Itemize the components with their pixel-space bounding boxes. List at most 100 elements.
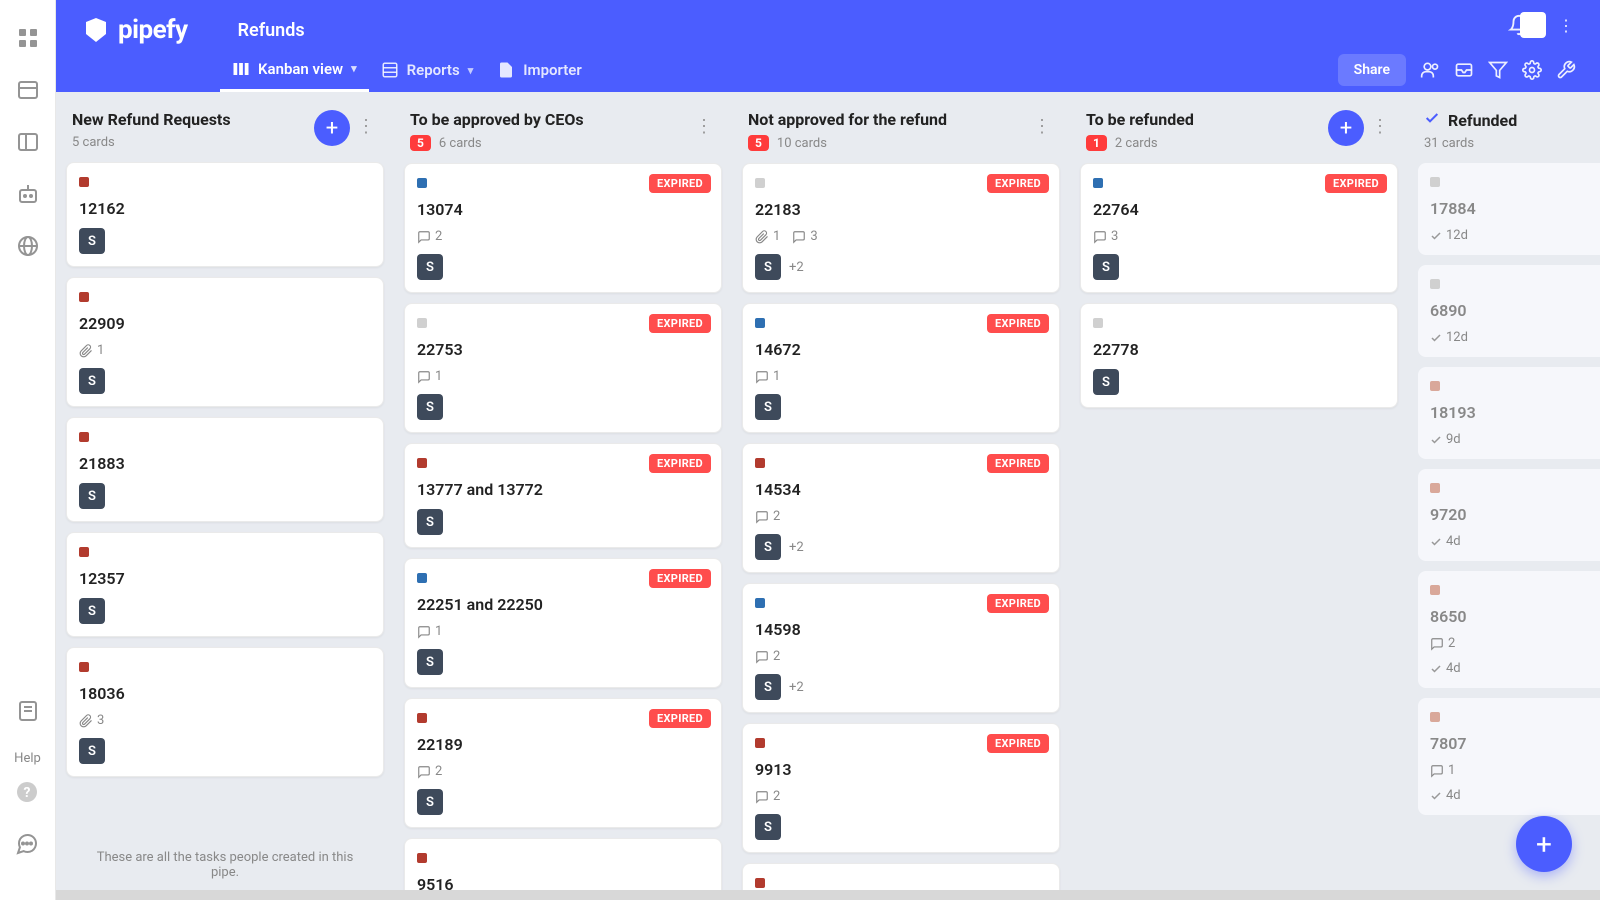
logo[interactable]: pipefy (80, 14, 188, 46)
tab-reports[interactable]: Reports▾ (369, 48, 486, 92)
globe-icon[interactable] (16, 234, 40, 258)
kanban-card[interactable]: 17884 12d (1418, 163, 1600, 255)
help-icon[interactable]: ? (15, 780, 39, 804)
column-count: 5 cards (72, 135, 308, 150)
comment-count: 2 (417, 229, 442, 244)
column-menu-icon[interactable]: ⋮ (354, 116, 378, 137)
kanban-card[interactable]: EXPIRED13074 2S (404, 163, 722, 293)
board-icon[interactable] (16, 130, 40, 154)
column-count: 510 cards (748, 135, 1026, 151)
kanban-card[interactable]: 9516 (404, 838, 722, 900)
kanban-card[interactable]: EXPIRED22764 3S (1080, 163, 1398, 293)
card-label-dot (755, 878, 765, 888)
comment-count: 3 (1093, 229, 1118, 244)
kanban-card[interactable]: 22778S (1080, 303, 1398, 408)
list-icon[interactable] (16, 78, 40, 102)
kanban-card[interactable]: EXPIRED13777 and 13772S (404, 443, 722, 548)
assignee-avatar: S (417, 789, 443, 815)
assignee-avatar: S (755, 254, 781, 280)
kanban-card[interactable]: EXPIRED22753 1S (404, 303, 722, 433)
comment-count: 2 (1430, 636, 1455, 651)
card-title: 22189 (417, 735, 709, 754)
kanban-card[interactable]: EXPIRED14598 2S+2 (742, 583, 1060, 713)
kanban-card[interactable]: EXPIRED14534 2S+2 (742, 443, 1060, 573)
kanban-card[interactable]: 22909 1S (66, 277, 384, 407)
card-title: 12357 (79, 569, 371, 588)
card-label-dot (755, 458, 765, 468)
column-badge: 5 (410, 135, 431, 151)
kanban-card[interactable]: 12162S (66, 162, 384, 267)
assignee-avatar: S (417, 649, 443, 675)
column-title: Not approved for the refund (748, 110, 1026, 129)
members-icon[interactable] (1420, 60, 1440, 80)
apps-icon[interactable] (16, 26, 40, 50)
robot-icon[interactable] (16, 182, 40, 206)
tab-kanban[interactable]: Kanban view▾ (220, 48, 369, 92)
card-age: 9d (1430, 432, 1461, 447)
kanban-card[interactable]: 18036 3S (66, 647, 384, 777)
user-avatar[interactable]: ☺ (1520, 12, 1546, 38)
kanban-column: New Refund Requests5 cards+⋮12162S22909 … (56, 92, 394, 900)
kanban-card[interactable]: 8650 2 4d (1418, 571, 1600, 688)
comment-count: 2 (755, 509, 780, 524)
expired-badge: EXPIRED (649, 569, 711, 588)
kanban-card[interactable] (742, 863, 1060, 900)
column-menu-icon[interactable]: ⋮ (1030, 116, 1054, 137)
card-title: 22251 and 22250 (417, 595, 709, 614)
filter-icon[interactable] (1488, 60, 1508, 80)
kanban-card[interactable]: 6890 12d (1418, 265, 1600, 357)
column-menu-icon[interactable]: ⋮ (1368, 116, 1392, 137)
check-icon (1424, 110, 1440, 130)
fab-add-button[interactable]: + (1516, 816, 1572, 872)
card-label-dot (1430, 585, 1440, 595)
help-label: Help (14, 751, 41, 766)
wrench-icon[interactable] (1556, 60, 1576, 80)
comment-count: 1 (417, 624, 442, 639)
inbox-icon[interactable] (1454, 60, 1474, 80)
column-title: Refunded (1424, 110, 1600, 130)
card-label-dot (417, 318, 427, 328)
tab-importer[interactable]: Importer (485, 48, 594, 92)
kanban-card[interactable]: 18193 9d (1418, 367, 1600, 459)
column-menu-icon[interactable]: ⋮ (692, 116, 716, 137)
column-badge: 5 (748, 135, 769, 151)
column-add-button[interactable]: + (314, 110, 350, 146)
kanban-card[interactable]: 21883S (66, 417, 384, 522)
kanban-card[interactable]: EXPIRED14672 1S (742, 303, 1060, 433)
kanban-card[interactable]: 12357S (66, 532, 384, 637)
card-title: 22753 (417, 340, 709, 359)
comment-count: 2 (755, 649, 780, 664)
chat-icon[interactable] (15, 832, 39, 856)
kanban-card[interactable]: EXPIRED 22251 and 22250 1 S (404, 558, 722, 688)
attachment-count: 3 (79, 713, 104, 728)
kanban-card[interactable]: 9720 4d (1418, 469, 1600, 561)
card-title: 7807 (1430, 734, 1600, 753)
card-label-dot (755, 738, 765, 748)
card-label-dot (79, 432, 89, 442)
header-menu-icon[interactable]: ⋮ (1556, 15, 1576, 35)
header: ☺ ⋮ pipefy Refunds Kanban view▾ Reports▾ (56, 0, 1600, 92)
column-badge: 1 (1086, 135, 1107, 151)
kanban-card[interactable]: EXPIRED9913 2S (742, 723, 1060, 853)
comment-count: 1 (1430, 763, 1455, 778)
card-label-dot (417, 853, 427, 863)
card-label-dot (417, 573, 427, 583)
gear-icon[interactable] (1522, 60, 1542, 80)
card-label-dot (1430, 279, 1440, 289)
card-label-dot (1093, 178, 1103, 188)
column-add-button[interactable]: + (1328, 110, 1364, 146)
card-title: 9913 (755, 760, 1047, 779)
kanban-card[interactable]: 7807 1 4d (1418, 698, 1600, 815)
share-button[interactable]: Share (1338, 54, 1406, 86)
doc-icon[interactable] (16, 699, 40, 723)
attachment-count: 1 (79, 343, 104, 358)
expired-badge: EXPIRED (649, 454, 711, 473)
comment-count: 1 (417, 369, 442, 384)
card-age: 4d (1430, 661, 1461, 676)
card-label-dot (79, 662, 89, 672)
assignee-avatar: S (417, 509, 443, 535)
card-label-dot (755, 318, 765, 328)
expired-badge: EXPIRED (1325, 174, 1387, 193)
kanban-card[interactable]: EXPIRED22183 1 3S+2 (742, 163, 1060, 293)
kanban-card[interactable]: EXPIRED22189 2S (404, 698, 722, 828)
